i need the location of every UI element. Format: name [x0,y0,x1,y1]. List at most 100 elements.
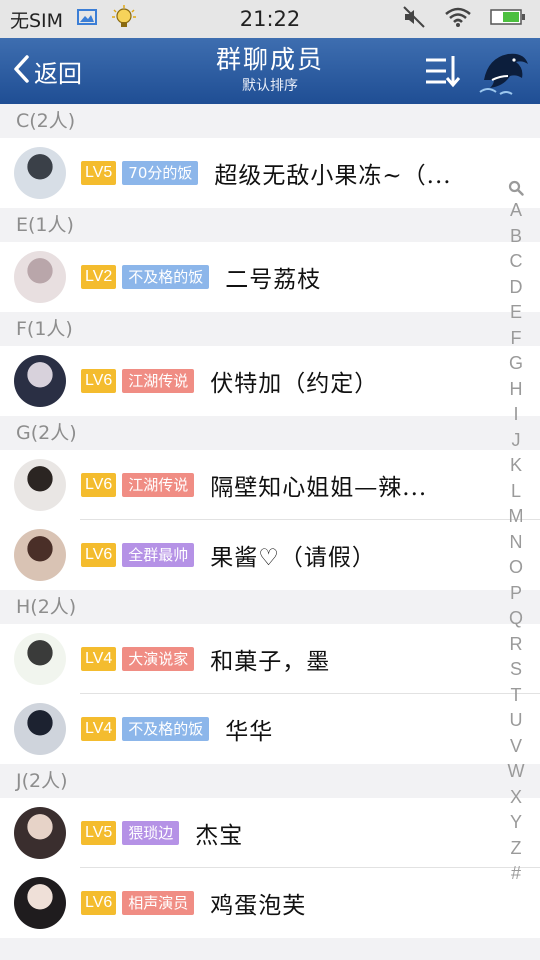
section-header: F(1人) [0,312,540,346]
avatar[interactable] [14,251,66,303]
lightbulb-icon [111,4,137,35]
member-row[interactable]: LV2 不及格的饭 二号荔枝 [0,242,540,312]
avatar[interactable] [14,703,66,755]
member-row[interactable]: LV6 相声演员 鸡蛋泡芙 [0,868,540,938]
level-badge: LV4 [81,717,117,741]
index-letter[interactable]: M [502,504,530,530]
index-letter[interactable]: G [502,351,530,377]
index-letter[interactable]: U [502,708,530,734]
member-row[interactable]: LV6 全群最帅 果酱♡（请假） [0,520,540,590]
status-right [402,0,526,38]
member-name: 鸡蛋泡芙 [210,893,307,919]
chevron-left-icon [12,54,30,88]
avatar[interactable] [14,807,66,859]
member-name: 二号荔枝 [225,267,322,293]
battery-icon [490,8,526,30]
member-name: 杰宝 [195,823,244,849]
status-bar: 无SIM 21:22 [0,0,540,38]
member-name: 华华 [225,719,274,745]
carrier-label: 无SIM [10,9,64,32]
level-badge: LV2 [81,265,117,289]
title-badge: 江湖传说 [122,473,195,497]
member-row[interactable]: LV5 70分的饭 超级无敌小果冻~（... [0,138,540,208]
section-header: G(2人) [0,416,540,450]
level-badge: LV6 [81,543,117,567]
back-label: 返回 [34,59,82,88]
title-badge: 不及格的饭 [122,717,210,741]
wifi-icon [444,6,472,32]
section-header: E(1人) [0,208,540,242]
mute-icon [402,5,426,33]
index-letter[interactable]: O [502,555,530,581]
index-letter[interactable]: W [502,759,530,785]
avatar[interactable] [14,877,66,929]
title-badge: 猥琐边 [122,821,180,845]
index-letter[interactable]: J [502,428,530,454]
index-letter[interactable]: # [502,861,530,887]
level-badge: LV6 [81,369,117,393]
index-letter[interactable]: Z [502,836,530,862]
avatar[interactable] [14,459,66,511]
member-list: C(2人) LV5 70分的饭 超级无敌小果冻~（... E(1人) LV2 不及格的饭 二号… [0,104,540,938]
member-row[interactable]: LV5 猥琐边 杰宝 [0,798,540,868]
section-header: H(2人) [0,590,540,624]
index-letter[interactable]: R [502,632,530,658]
alphabet-index: A B C D E F G H I J K L M N O P Q R S T U V W X Y Z # [502,178,530,887]
dolphin-icon [478,53,532,102]
gallery-icon [77,8,98,31]
index-letter[interactable]: K [502,453,530,479]
title-badge: 江湖传说 [122,369,195,393]
title-block: 群聊成员 默认排序 [120,43,420,95]
status-left: 无SIM [0,4,200,35]
sort-button[interactable] [422,52,462,90]
sort-icon [422,56,462,94]
index-letter[interactable]: S [502,657,530,683]
section-header: J(2人) [0,764,540,798]
index-letter[interactable]: I [502,402,530,428]
index-letter[interactable]: E [502,300,530,326]
title-badge: 不及格的饭 [122,265,210,289]
member-name: 伏特加（约定） [210,371,379,397]
avatar[interactable] [14,147,66,199]
member-name: 隔壁知心姐姐—辣... [210,475,428,501]
index-letter[interactable]: F [502,326,530,352]
section-header: C(2人) [0,104,540,138]
avatar[interactable] [14,355,66,407]
profile-button[interactable] [478,46,532,98]
member-row[interactable]: LV6 江湖传说 伏特加（约定） [0,346,540,416]
index-letter[interactable]: L [502,479,530,505]
index-letter[interactable]: D [502,275,530,301]
index-letter[interactable]: X [502,785,530,811]
level-badge: LV5 [81,161,117,185]
page-title: 群聊成员 [215,45,324,74]
title-badge: 大演说家 [122,647,195,671]
sort-mode-label: 默认排序 [242,78,298,94]
index-letter[interactable]: T [502,683,530,709]
index-letter[interactable]: Q [502,606,530,632]
member-row[interactable]: LV4 不及格的饭 华华 [0,694,540,764]
search-icon[interactable] [502,178,530,198]
nav-header: 返回 群聊成员 默认排序 [0,38,540,104]
title-badge: 相声演员 [122,891,195,915]
index-letter[interactable]: C [502,249,530,275]
index-letter[interactable]: H [502,377,530,403]
index-letter[interactable]: V [502,734,530,760]
index-letter[interactable]: B [502,224,530,250]
index-letter[interactable]: P [502,581,530,607]
avatar[interactable] [14,633,66,685]
member-row[interactable]: LV4 大演说家 和菓子，墨 [0,624,540,694]
member-name: 和菓子，墨 [210,649,331,675]
back-button[interactable]: 返回 [12,38,82,104]
level-badge: LV5 [81,821,117,845]
title-badge: 全群最帅 [122,543,195,567]
index-letter[interactable]: N [502,530,530,556]
avatar[interactable] [14,529,66,581]
index-letter[interactable]: Y [502,810,530,836]
level-badge: LV6 [81,473,117,497]
member-row[interactable]: LV6 江湖传说 隔壁知心姐姐—辣... [0,450,540,520]
member-name: 果酱♡（请假） [210,545,376,571]
title-badge: 70分的饭 [122,161,199,185]
member-name: 超级无敌小果冻~（... [214,163,452,189]
index-letter[interactable]: A [502,198,530,224]
level-badge: LV6 [81,891,117,915]
